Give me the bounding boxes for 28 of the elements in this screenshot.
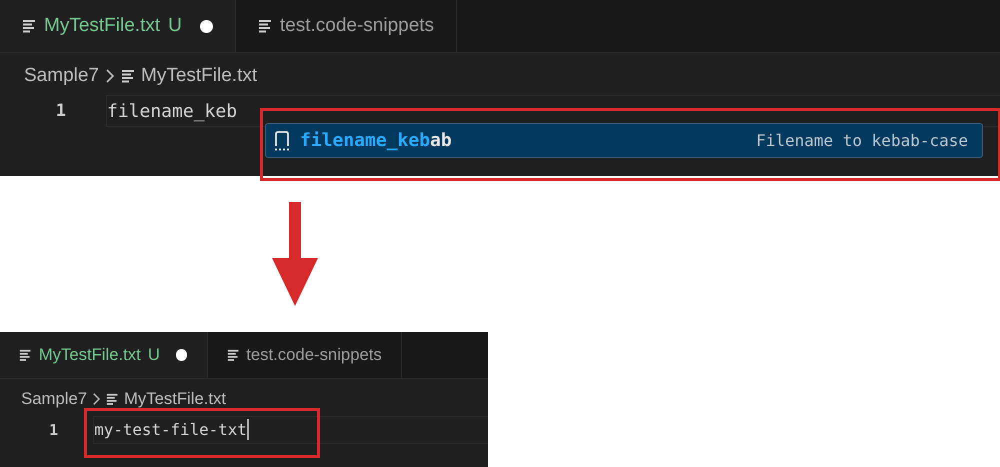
editor-tab[interactable]: MyTestFile.txt U [0, 332, 208, 378]
snippet-icon [274, 130, 290, 150]
text-file-icon [258, 19, 272, 33]
down-arrow-icon [272, 202, 318, 306]
breadcrumb-item[interactable]: Sample7 [21, 388, 88, 409]
text-file-icon [22, 19, 36, 33]
chevron-right-icon [105, 68, 115, 84]
suggestion-item[interactable]: filename_kebab Filename to kebab-case [265, 123, 983, 158]
code-line[interactable]: my-test-file-txt [93, 416, 488, 444]
editor-tab[interactable]: MyTestFile.txt U [0, 0, 236, 52]
tab-label: test.code-snippets [280, 15, 434, 37]
status-letter: U [148, 344, 160, 365]
tab-label: MyTestFile.txt [38, 344, 141, 365]
text-file-icon [121, 69, 135, 83]
tab-label: MyTestFile.txt [44, 15, 160, 37]
line-number: 1 [54, 101, 67, 121]
text-file-icon [106, 392, 119, 406]
line-number: 1 [48, 420, 60, 439]
breadcrumb-item[interactable]: MyTestFile.txt [124, 388, 226, 409]
text-file-icon [226, 348, 240, 362]
chevron-right-icon [92, 392, 102, 406]
breadcrumb-item[interactable]: MyTestFile.txt [141, 65, 258, 87]
suggestion-detail: Filename to kebab-case [756, 131, 968, 150]
text-file-icon [19, 348, 32, 362]
breadcrumb-item[interactable]: Sample7 [24, 65, 99, 87]
editor-tab[interactable]: test.code-snippets [208, 332, 402, 378]
status-letter: U [168, 15, 182, 37]
tab-label: test.code-snippets [246, 344, 382, 365]
